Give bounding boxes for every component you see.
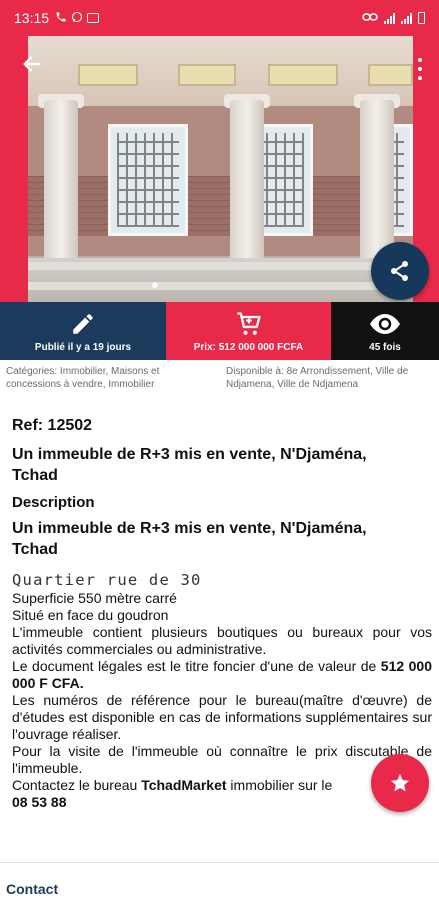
property-photo[interactable] (28, 36, 413, 302)
gallery-page-indicator (152, 282, 158, 288)
cart-icon (235, 310, 263, 338)
signal-icon (384, 12, 395, 24)
pencil-icon (70, 310, 96, 338)
published-label: Publié il y a 19 jours (34, 341, 132, 353)
signal-icon-2 (401, 12, 412, 24)
description-line-location: Situé en face du goudron (12, 607, 169, 623)
overflow-menu-icon[interactable] (415, 58, 425, 80)
status-bar: 13:15 (0, 0, 439, 36)
stats-row: Publié il y a 19 jours Prix: 512 000 000… (0, 302, 439, 360)
contact-label[interactable]: Contact (6, 881, 58, 897)
description-para-reference: Les numéros de référence pour le bureau(… (12, 692, 432, 742)
link-icon (362, 12, 378, 25)
share-button[interactable] (371, 242, 429, 300)
contact-bar[interactable]: Contact (0, 862, 439, 900)
views-stat: 45 fois (331, 302, 439, 360)
price-label: Prix: 512 000 000 FCFA (193, 341, 304, 353)
categories-text: Catégories: Immobilier, Maisons et conce… (6, 366, 160, 390)
status-time: 13:15 (14, 10, 50, 26)
favorite-button[interactable] (371, 754, 429, 812)
listing-ref: Ref: 12502 (12, 417, 93, 434)
description-line-area: Superficie 550 mètre carré (12, 590, 177, 606)
listing-content: Ref: 12502 Un immeuble de R+3 mis en ven… (12, 416, 432, 811)
battery-icon (418, 12, 425, 24)
published-stat: Publié il y a 19 jours (0, 302, 166, 360)
back-button[interactable] (18, 50, 46, 78)
star-icon (390, 773, 410, 792)
description-title: Un immeuble de R+3 mis en vente, N'Djamé… (12, 520, 367, 558)
description-para-shops: L'immeuble contient plusieurs boutiques … (12, 624, 432, 657)
description-heading: Description (12, 494, 95, 511)
description-para-document: Le document légales est le titre foncier… (12, 658, 432, 691)
description-para-contact: Contactez le bureau TchadMarket immobili… (12, 777, 333, 810)
listing-title: Un immeuble de R+3 mis en vente, N'Djamé… (12, 446, 367, 484)
mail-icon (87, 13, 100, 23)
arrow-left-icon (23, 56, 41, 72)
views-label: 45 fois (369, 341, 401, 353)
eye-icon (370, 310, 400, 338)
price-stat: Prix: 512 000 000 FCFA (166, 302, 331, 360)
phone-icon (55, 11, 67, 26)
company-name: TchadMarket (141, 777, 227, 793)
description-para-visit: Pour la visite de l'immeuble où connaîtr… (12, 743, 432, 776)
whatsapp-icon (71, 11, 83, 26)
quartier-text: Quartier rue de 30 (12, 571, 202, 589)
contact-phone[interactable]: 08 53 88 (12, 794, 67, 810)
availability-text: Disponible à: 8e Arrondissement, Ville d… (226, 366, 409, 390)
share-icon (391, 261, 408, 281)
